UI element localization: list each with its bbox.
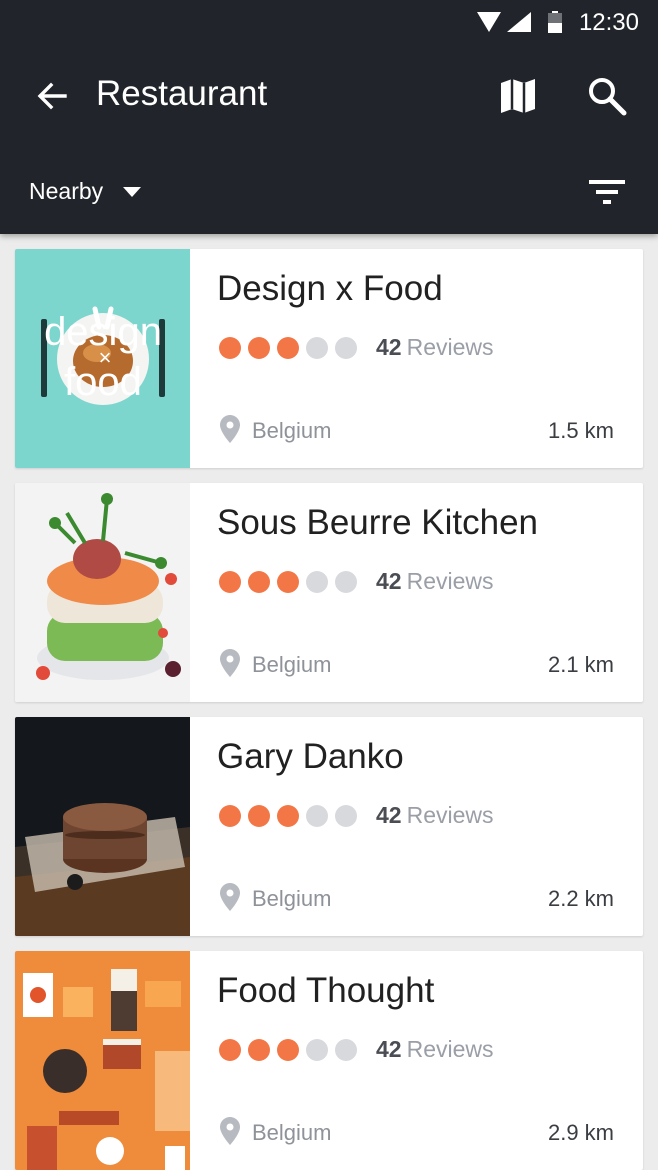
restaurant-distance: 2.2 km — [547, 886, 614, 911]
rating-dot-filled — [277, 1039, 299, 1061]
restaurant-location: Belgium — [252, 652, 332, 677]
map-icon[interactable] — [499, 77, 537, 115]
rating-dot-empty — [335, 805, 357, 827]
reviews-label: Reviews — [406, 334, 494, 360]
reviews: 42 Reviews — [376, 1036, 494, 1063]
restaurant-card[interactable]: Gary Danko 42 Reviews Belgium 2.2 km — [15, 717, 643, 936]
rating-dot-filled — [248, 337, 270, 359]
rating-dot-empty — [335, 1039, 357, 1061]
rating-dots — [219, 571, 364, 593]
reviews-label: Reviews — [406, 802, 494, 828]
location-pin-icon — [220, 1117, 240, 1145]
reviews: 42 Reviews — [376, 334, 494, 361]
review-count: 42 — [376, 1036, 402, 1062]
restaurant-location: Belgium — [252, 418, 332, 443]
location-pin-icon — [220, 883, 240, 911]
restaurant-card[interactable]: Food Thought 42 Reviews Belgium 2.9 km — [15, 951, 643, 1170]
restaurant-distance: 2.1 km — [547, 652, 614, 677]
nearby-dropdown[interactable]: Nearby — [29, 175, 142, 207]
rating-dot-filled — [219, 337, 241, 359]
review-count: 42 — [376, 334, 402, 360]
rating-dot-empty — [306, 337, 328, 359]
reviews-label: Reviews — [406, 1036, 494, 1062]
restaurant-name: Design x Food — [217, 269, 443, 308]
app-bar: 12:30 Restaurant Nearby — [0, 0, 658, 234]
restaurant-thumbnail — [15, 483, 190, 702]
status-bar: 12:30 — [0, 0, 658, 44]
status-time: 12:30 — [578, 9, 639, 36]
caret-down-icon — [123, 187, 142, 197]
rating-dot-filled — [277, 571, 299, 593]
signal-icon — [507, 12, 531, 32]
restaurant-name: Gary Danko — [217, 737, 404, 776]
filter-list-icon[interactable] — [588, 177, 626, 207]
review-count: 42 — [376, 568, 402, 594]
battery-icon — [548, 11, 562, 33]
restaurant-name: Sous Beurre Kitchen — [217, 503, 539, 542]
rating-dot-filled — [248, 805, 270, 827]
restaurant-name: Food Thought — [217, 971, 435, 1010]
restaurant-location: Belgium — [252, 886, 332, 911]
rating-dot-filled — [219, 805, 241, 827]
rating-dot-empty — [306, 571, 328, 593]
rating-dot-filled — [248, 571, 270, 593]
reviews-label: Reviews — [406, 568, 494, 594]
rating-dot-empty — [306, 805, 328, 827]
restaurant-distance: 2.9 km — [547, 1120, 614, 1145]
location-pin-icon — [220, 415, 240, 443]
restaurant-distance: 1.5 km — [547, 418, 614, 443]
rating-dot-filled — [219, 571, 241, 593]
wifi-icon — [477, 12, 501, 32]
rating-dot-empty — [306, 1039, 328, 1061]
location-pin-icon — [220, 649, 240, 677]
rating-dot-filled — [248, 1039, 270, 1061]
restaurant-thumbnail — [15, 951, 190, 1170]
rating-dot-filled — [219, 1039, 241, 1061]
search-icon[interactable] — [586, 75, 628, 117]
restaurant-thumbnail — [15, 717, 190, 936]
rating-dot-filled — [277, 337, 299, 359]
reviews: 42 Reviews — [376, 568, 494, 595]
restaurant-location: Belgium — [252, 1120, 332, 1145]
page-title: Restaurant — [96, 74, 268, 113]
restaurant-card[interactable]: Sous Beurre Kitchen 42 Reviews Belgium 2.… — [15, 483, 643, 702]
rating-dot-empty — [335, 337, 357, 359]
logo-text-food: food — [64, 360, 142, 404]
reviews: 42 Reviews — [376, 802, 494, 829]
back-arrow-icon[interactable] — [33, 77, 71, 115]
rating-dots — [219, 337, 364, 359]
rating-dots — [219, 805, 364, 827]
restaurant-thumbnail: design × food — [15, 249, 190, 468]
rating-dot-filled — [277, 805, 299, 827]
nearby-label: Nearby — [29, 177, 104, 204]
rating-dot-empty — [335, 571, 357, 593]
rating-dots — [219, 1039, 364, 1061]
restaurant-card[interactable]: design × food Design x Food 42 Reviews Be… — [15, 249, 643, 468]
review-count: 42 — [376, 802, 402, 828]
